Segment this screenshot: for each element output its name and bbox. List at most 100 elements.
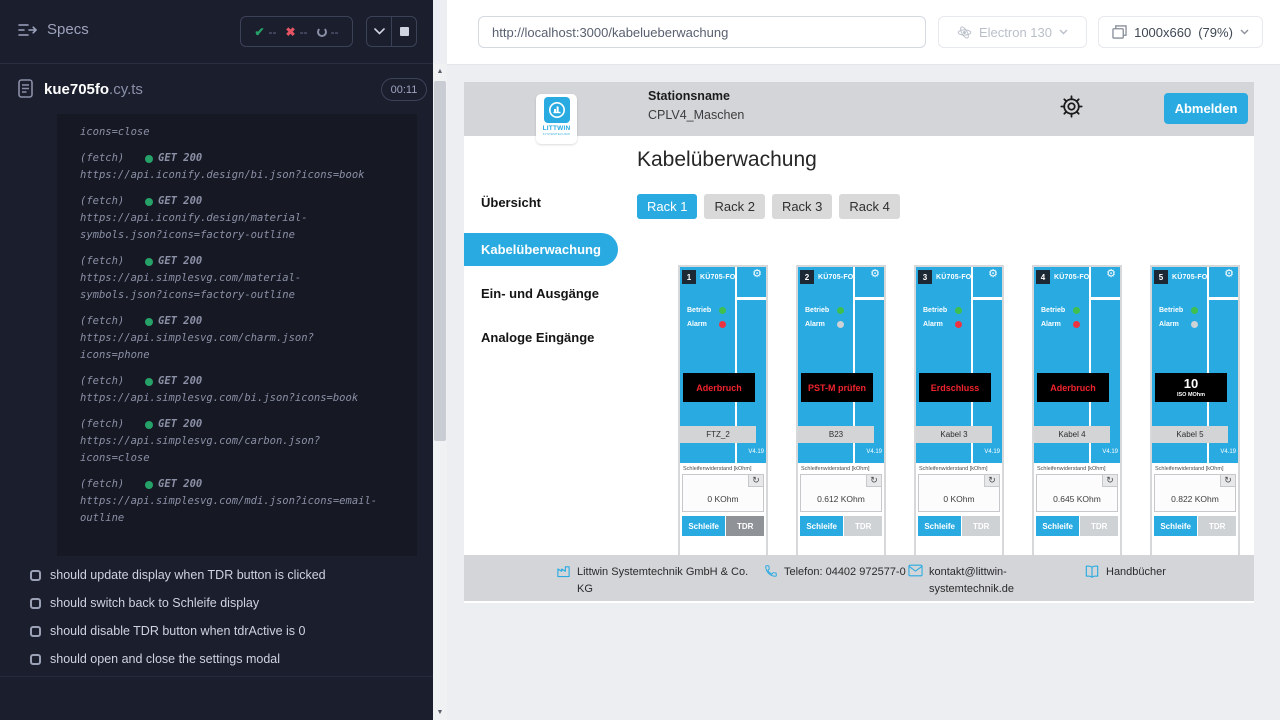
log-entry-header: (fetch) GET 200 <box>80 253 409 270</box>
viewport-select[interactable]: 1000x660 (79%) <box>1098 16 1263 48</box>
log-entry[interactable]: (fetch) GET 200 https://api.iconify.desi… <box>80 193 409 244</box>
status-dot-icon <box>145 421 153 429</box>
test-stats[interactable]: ✔-- ✖-- -- <box>240 16 353 47</box>
test-item[interactable]: should disable TDR button when tdrActive… <box>30 624 425 639</box>
reporter-scrollbar[interactable]: ▲ ▼ <box>433 64 447 720</box>
log-entry[interactable]: icons=close <box>80 124 409 141</box>
tab-rack-4[interactable]: Rack 4 <box>839 194 899 219</box>
led-indicators: Betrieb Alarm <box>1159 307 1198 335</box>
rack-tabs: Rack 1 Rack 2 Rack 3 Rack 4 <box>637 194 900 219</box>
resistance-reading: 0 KOhm <box>683 494 763 504</box>
tdr-button[interactable]: TDR <box>844 516 882 536</box>
refresh-icon[interactable]: ↻ <box>1220 475 1235 487</box>
email-icon <box>908 564 923 577</box>
measurement-section-label: Schleifenwiderstand [kOhm] <box>683 466 764 472</box>
device-settings-gear-icon[interactable]: ⚙ <box>870 269 880 280</box>
device-number: 1 <box>682 270 696 284</box>
resistance-reading: 0.645 KOhm <box>1037 494 1117 504</box>
chevron-down-icon <box>1059 29 1068 35</box>
footer-manuals-link[interactable]: Handbücher <box>1084 564 1166 581</box>
tdr-button[interactable]: TDR <box>1080 516 1118 536</box>
mode-buttons: Schleife TDR <box>800 516 882 536</box>
refresh-icon[interactable]: ↻ <box>748 475 763 487</box>
refresh-icon[interactable]: ↻ <box>866 475 881 487</box>
logout-button[interactable]: Abmelden <box>1164 93 1248 124</box>
test-item[interactable]: should update display when TDR button is… <box>30 568 425 583</box>
collapse-button[interactable] <box>367 17 391 46</box>
settings-gear-icon[interactable] <box>1059 94 1084 119</box>
device-settings-gear-icon[interactable]: ⚙ <box>1224 269 1234 280</box>
test-item[interactable]: should open and close the settings modal <box>30 652 425 667</box>
refresh-icon[interactable]: ↻ <box>984 475 999 487</box>
tab-rack-1[interactable]: Rack 1 <box>637 194 697 219</box>
scroll-down-arrow[interactable]: ▼ <box>433 705 447 720</box>
betrieb-led <box>1073 307 1080 314</box>
log-entry[interactable]: (fetch) GET 200 https://api.simplesvg.co… <box>80 476 409 527</box>
footer-email[interactable]: kontakt@littwin-systemtechnik.de <box>908 564 1029 597</box>
tdr-button[interactable]: TDR <box>962 516 1000 536</box>
led-indicators: Betrieb Alarm <box>805 307 844 335</box>
refresh-icon[interactable]: ↻ <box>1102 475 1117 487</box>
log-entry[interactable]: (fetch) GET 200 https://api.simplesvg.co… <box>80 416 409 467</box>
schleife-button[interactable]: Schleife <box>682 516 725 536</box>
device-settings-gear-icon[interactable]: ⚙ <box>752 269 762 280</box>
resistance-reading: 0.822 KOhm <box>1155 494 1235 504</box>
app-header <box>464 82 1254 136</box>
status-display: Aderbruch <box>683 373 755 402</box>
alarm-label: Alarm <box>687 321 712 328</box>
spec-extension: .cy.ts <box>109 81 143 98</box>
browser-bar: http://localhost:3000/kabelueberwachung … <box>447 0 1280 65</box>
measurement-box: ↻ 0 KOhm <box>682 474 764 512</box>
betrieb-row: Betrieb <box>923 307 962 314</box>
sidebar-item-analoge-eingaenge[interactable]: Analoge Eingänge <box>464 321 618 354</box>
scroll-up-arrow[interactable]: ▲ <box>433 64 447 79</box>
viewport-size: 1000x660 <box>1134 25 1191 40</box>
schleife-button[interactable]: Schleife <box>1036 516 1079 536</box>
device-card: 3 KÜ705-FO ⚙ Betrieb Alarm <box>914 265 1004 555</box>
factory-icon <box>556 564 571 579</box>
firmware-version: V4.19 <box>748 449 764 455</box>
betrieb-label: Betrieb <box>923 307 948 314</box>
browser-select[interactable]: Electron 130 <box>938 16 1087 48</box>
schleife-button[interactable]: Schleife <box>800 516 843 536</box>
device-settings-gear-icon[interactable]: ⚙ <box>988 269 998 280</box>
aut-region: http://localhost:3000/kabelueberwachung … <box>447 0 1280 720</box>
sidebar-item-uebersicht[interactable]: Übersicht <box>464 186 618 219</box>
sidebar-item-kabelueberwachung[interactable]: Kabelüberwachung <box>464 233 618 266</box>
device-card: 1 KÜ705-FO ⚙ Betrieb Alarm <box>678 265 768 555</box>
log-entry[interactable]: (fetch) GET 200 https://api.iconify.desi… <box>80 150 409 184</box>
manuals-label: Handbücher <box>1106 564 1166 581</box>
spec-file-icon <box>18 79 33 98</box>
log-entry[interactable]: (fetch) GET 200 https://api.simplesvg.co… <box>80 313 409 364</box>
log-entry[interactable]: (fetch) GET 200 https://api.simplesvg.co… <box>80 253 409 304</box>
sidebar-item-ein-und-ausgaenge[interactable]: Ein- und Ausgänge <box>464 277 618 310</box>
specs-menu-button[interactable]: Specs <box>18 21 89 38</box>
test-list: should update display when TDR button is… <box>30 568 425 680</box>
tab-rack-3[interactable]: Rack 3 <box>772 194 832 219</box>
card-divider <box>1209 297 1238 300</box>
test-item[interactable]: should switch back to Schleife display <box>30 596 425 611</box>
log-url: https://api.simplesvg.com/bi.json?icons=… <box>80 390 409 407</box>
log-entry[interactable]: (fetch) GET 200 https://api.simplesvg.co… <box>80 373 409 407</box>
stop-button[interactable] <box>391 17 416 46</box>
device-settings-gear-icon[interactable]: ⚙ <box>1106 269 1116 280</box>
footer-company: Littwin Systemtechnik GmbH & Co. KG <box>556 564 755 597</box>
spec-row[interactable]: kue705fo.cy.ts 00:11 <box>0 64 433 114</box>
log-method-status: GET 200 <box>158 253 202 270</box>
scrollbar-thumb[interactable] <box>434 81 446 441</box>
specs-label: Specs <box>47 21 89 38</box>
tdr-button[interactable]: TDR <box>1198 516 1236 536</box>
command-log: icons=close (fetch) GET 200 https://api.… <box>57 114 417 556</box>
tdr-button[interactable]: TDR <box>726 516 764 536</box>
viewport-zoom: (79%) <box>1198 25 1233 40</box>
measurement-box: ↻ 0 KOhm <box>918 474 1000 512</box>
url-input[interactable]: http://localhost:3000/kabelueberwachung <box>478 16 926 48</box>
tab-rack-2[interactable]: Rack 2 <box>704 194 764 219</box>
measurement-panel: Schleifenwiderstand [kOhm] ↻ 0.612 KOhm … <box>798 463 884 555</box>
schleife-button[interactable]: Schleife <box>1154 516 1197 536</box>
phone-number: Telefon: 04402 972577-0 <box>784 564 906 581</box>
betrieb-led <box>955 307 962 314</box>
schleife-button[interactable]: Schleife <box>918 516 961 536</box>
chevron-down-icon <box>374 28 385 35</box>
status-display: 10 ISO MOhm <box>1155 373 1227 402</box>
